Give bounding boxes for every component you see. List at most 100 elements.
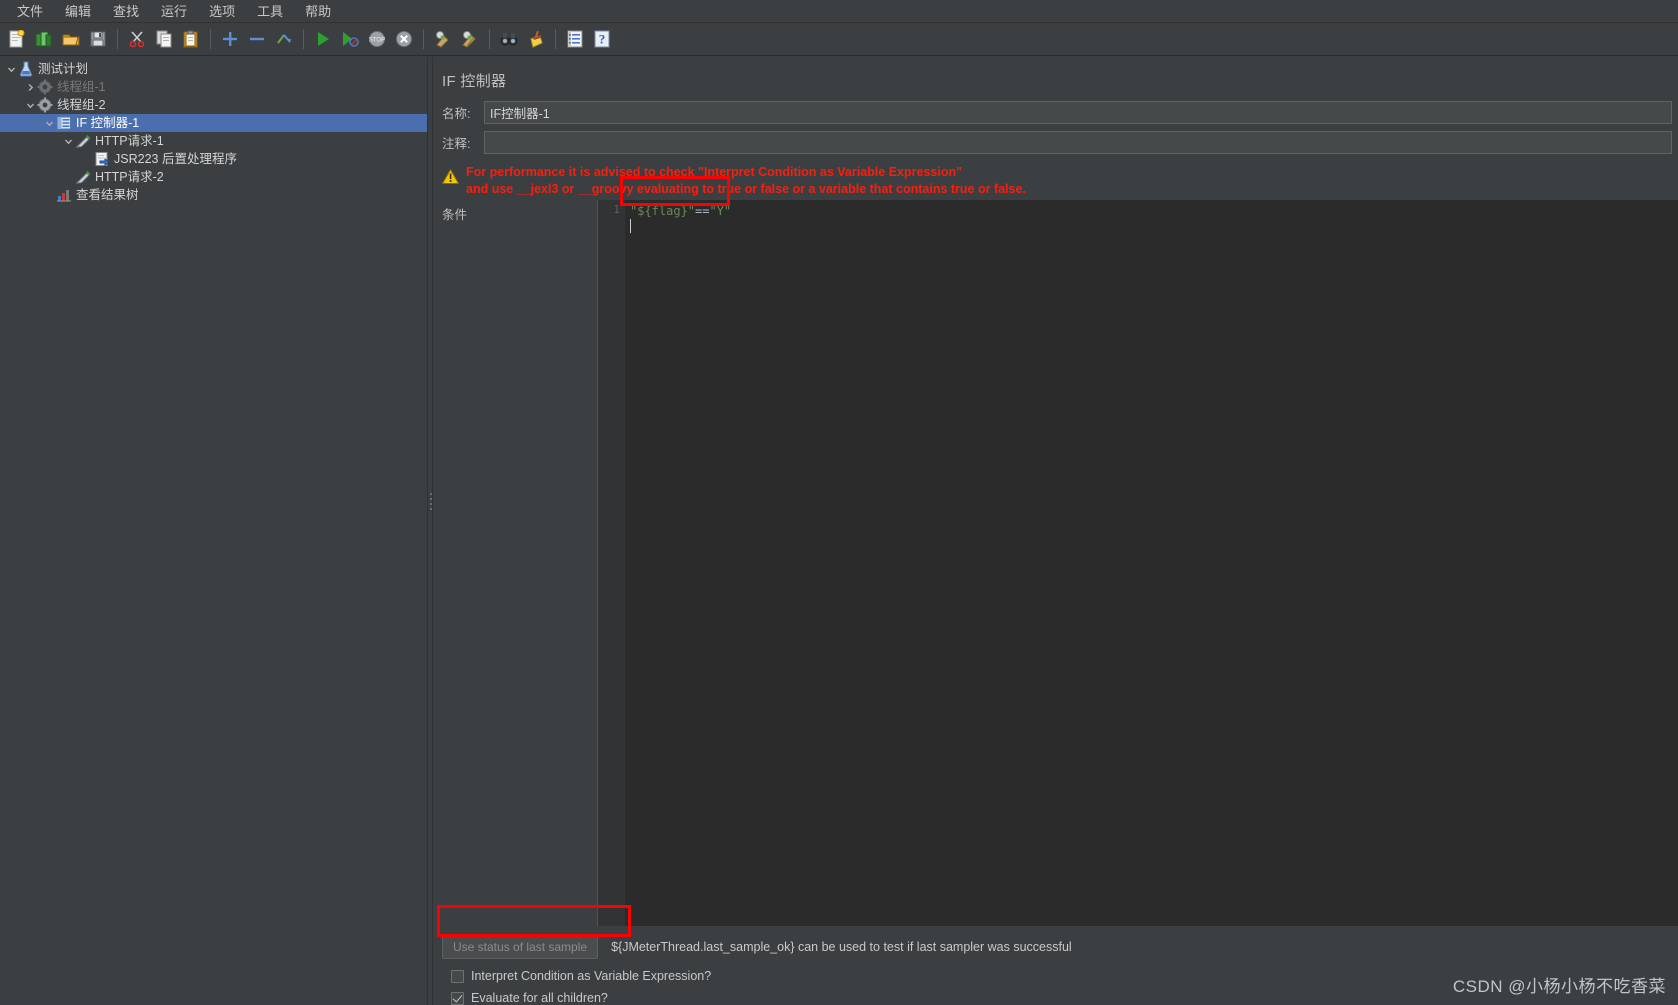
svg-text:STOP: STOP bbox=[369, 38, 385, 44]
toolbar-separator bbox=[210, 29, 211, 49]
tree-node-label: 测试计划 bbox=[38, 62, 89, 76]
tree-node-http-request-1[interactable]: HTTP请求-1 bbox=[0, 132, 427, 150]
tree-node-label: 线程组-2 bbox=[57, 98, 106, 112]
chevron-right-icon[interactable] bbox=[23, 80, 37, 94]
search-binoculars-icon[interactable] bbox=[496, 26, 522, 52]
tree-node-if-controller-1[interactable]: IF 控制器-1 bbox=[0, 114, 427, 132]
start-play-icon[interactable] bbox=[310, 26, 336, 52]
thread-group-icon bbox=[37, 97, 53, 113]
open-templates-icon[interactable] bbox=[31, 26, 57, 52]
collapse-minus-icon[interactable] bbox=[244, 26, 270, 52]
chevron-down-icon[interactable] bbox=[4, 62, 18, 76]
expand-plus-icon[interactable] bbox=[217, 26, 243, 52]
menu-file[interactable]: 文件 bbox=[6, 1, 54, 22]
name-input[interactable] bbox=[484, 101, 1672, 124]
reset-search-broom-icon[interactable] bbox=[523, 26, 549, 52]
tree-node-thread-group-2[interactable]: 线程组-2 bbox=[0, 96, 427, 114]
tree-node-view-results-tree[interactable]: 查看结果树 bbox=[0, 186, 427, 204]
interpret-condition-checkbox[interactable] bbox=[451, 969, 464, 983]
tree-node-jsr223-post-processor[interactable]: JSR223 后置处理程序 bbox=[0, 150, 427, 168]
page-title: IF 控制器 bbox=[442, 73, 507, 90]
stop-icon[interactable]: STOP bbox=[364, 26, 390, 52]
name-row: 名称: bbox=[433, 101, 1678, 124]
evaluate-all-children-label: Evaluate for all children? bbox=[471, 991, 608, 1005]
tree-node-test-plan[interactable]: 测试计划 bbox=[0, 60, 427, 78]
if-controller-icon bbox=[56, 115, 72, 131]
menu-bar: 文件 编辑 查找 运行 选项 工具 帮助 bbox=[0, 0, 1678, 23]
comment-row: 注释: bbox=[433, 131, 1678, 154]
warning-line-2: and use __jexl3 or __groovy evaluating t… bbox=[466, 182, 1026, 196]
chevron-down-icon[interactable] bbox=[23, 98, 37, 112]
tree-node-label: JSR223 后置处理程序 bbox=[114, 152, 237, 166]
warning-triangle-icon bbox=[441, 168, 460, 189]
menu-edit[interactable]: 编辑 bbox=[54, 1, 102, 22]
menu-search[interactable]: 查找 bbox=[102, 1, 150, 22]
toolbar-separator bbox=[423, 29, 424, 49]
menu-help[interactable]: 帮助 bbox=[294, 1, 342, 22]
use-status-of-last-sample-button[interactable]: Use status of last sample bbox=[442, 935, 599, 959]
post-processor-icon bbox=[94, 151, 110, 167]
splitter-grip[interactable] bbox=[430, 493, 432, 511]
menu-tools[interactable]: 工具 bbox=[246, 1, 294, 22]
text-caret bbox=[630, 219, 631, 233]
toolbar-separator bbox=[555, 29, 556, 49]
open-folder-icon[interactable] bbox=[58, 26, 84, 52]
warning-text-block: For performance it is advised to check "… bbox=[466, 164, 1026, 198]
function-helper-icon[interactable] bbox=[562, 26, 588, 52]
tree-node-http-request-2[interactable]: HTTP请求-2 bbox=[0, 168, 427, 186]
tree-node-label: IF 控制器-1 bbox=[76, 116, 140, 130]
new-file-icon[interactable] bbox=[4, 26, 30, 52]
comment-label: 注释: bbox=[442, 137, 471, 151]
help-question-icon[interactable]: ? bbox=[589, 26, 615, 52]
last-sample-hint: ${JMeterThread.last_sample_ok} can be us… bbox=[611, 940, 1072, 954]
thread-group-icon bbox=[37, 79, 53, 95]
shutdown-icon[interactable] bbox=[391, 26, 417, 52]
chevron-down-icon[interactable] bbox=[42, 116, 56, 130]
toolbar: STOP? bbox=[0, 23, 1678, 56]
toolbar-separator bbox=[117, 29, 118, 49]
menu-run[interactable]: 运行 bbox=[150, 1, 198, 22]
if-controller-panel: IF 控制器 名称: 注释: For performance bbox=[433, 57, 1678, 1005]
toggle-enable-icon[interactable] bbox=[271, 26, 297, 52]
tree-node-label: 查看结果树 bbox=[76, 188, 139, 202]
menu-options[interactable]: 选项 bbox=[198, 1, 246, 22]
test-plan-tree[interactable]: 测试计划线程组-1 线程组-2 IF 控制器-1 HTTP请求-1 JSR223 后置处… bbox=[0, 57, 427, 1005]
chevron-down-icon[interactable] bbox=[61, 134, 75, 148]
clear-icon[interactable] bbox=[430, 26, 456, 52]
clear-all-icon[interactable] bbox=[457, 26, 483, 52]
condition-area: 条件 1 "${flag}"=="Y" bbox=[433, 200, 1678, 926]
main-split: 测试计划线程组-1 线程组-2 IF 控制器-1 HTTP请求-1 JSR223 后置处… bbox=[0, 57, 1678, 1005]
svg-text:?: ? bbox=[599, 32, 606, 47]
tree-node-label: HTTP请求-2 bbox=[95, 170, 164, 184]
tree-node-thread-group-1[interactable]: 线程组-1 bbox=[0, 78, 427, 96]
interpret-condition-label: Interpret Condition as Variable Expressi… bbox=[471, 969, 712, 983]
performance-warning: For performance it is advised to check "… bbox=[433, 161, 1678, 200]
jmeter-window: 文件 编辑 查找 运行 选项 工具 帮助 STOP? 测试计划线程组-1 线程组-2 IF 控制… bbox=[0, 0, 1678, 1005]
warning-line-1: For performance it is advised to check "… bbox=[466, 165, 963, 179]
paste-clipboard-icon[interactable] bbox=[178, 26, 204, 52]
last-sample-row: Use status of last sample ${JMeterThread… bbox=[442, 926, 1678, 961]
toolbar-separator bbox=[489, 29, 490, 49]
view-results-tree-icon bbox=[56, 187, 72, 203]
cut-scissors-icon[interactable] bbox=[124, 26, 150, 52]
save-icon[interactable] bbox=[85, 26, 111, 52]
toolbar-separator bbox=[303, 29, 304, 49]
http-sampler-icon bbox=[75, 133, 91, 149]
test-plan-icon bbox=[18, 61, 34, 77]
condition-label: 条件 bbox=[442, 208, 468, 222]
copy-icon[interactable] bbox=[151, 26, 177, 52]
watermark: CSDN @小杨小杨不吃香菜 bbox=[1452, 977, 1666, 996]
tree-node-label: 线程组-1 bbox=[57, 80, 106, 94]
condition-code-area[interactable]: "${flag}"=="Y" bbox=[625, 200, 1678, 926]
comment-input[interactable] bbox=[484, 131, 1672, 154]
evaluate-all-children-checkbox[interactable] bbox=[451, 991, 464, 1005]
editor-gutter: 1 bbox=[598, 200, 625, 926]
http-sampler-icon bbox=[75, 169, 91, 185]
name-label: 名称: bbox=[442, 107, 471, 121]
tree-node-label: HTTP请求-1 bbox=[95, 134, 164, 148]
condition-editor[interactable]: 1 "${flag}"=="Y" bbox=[597, 200, 1678, 926]
start-no-pauses-icon[interactable] bbox=[337, 26, 363, 52]
